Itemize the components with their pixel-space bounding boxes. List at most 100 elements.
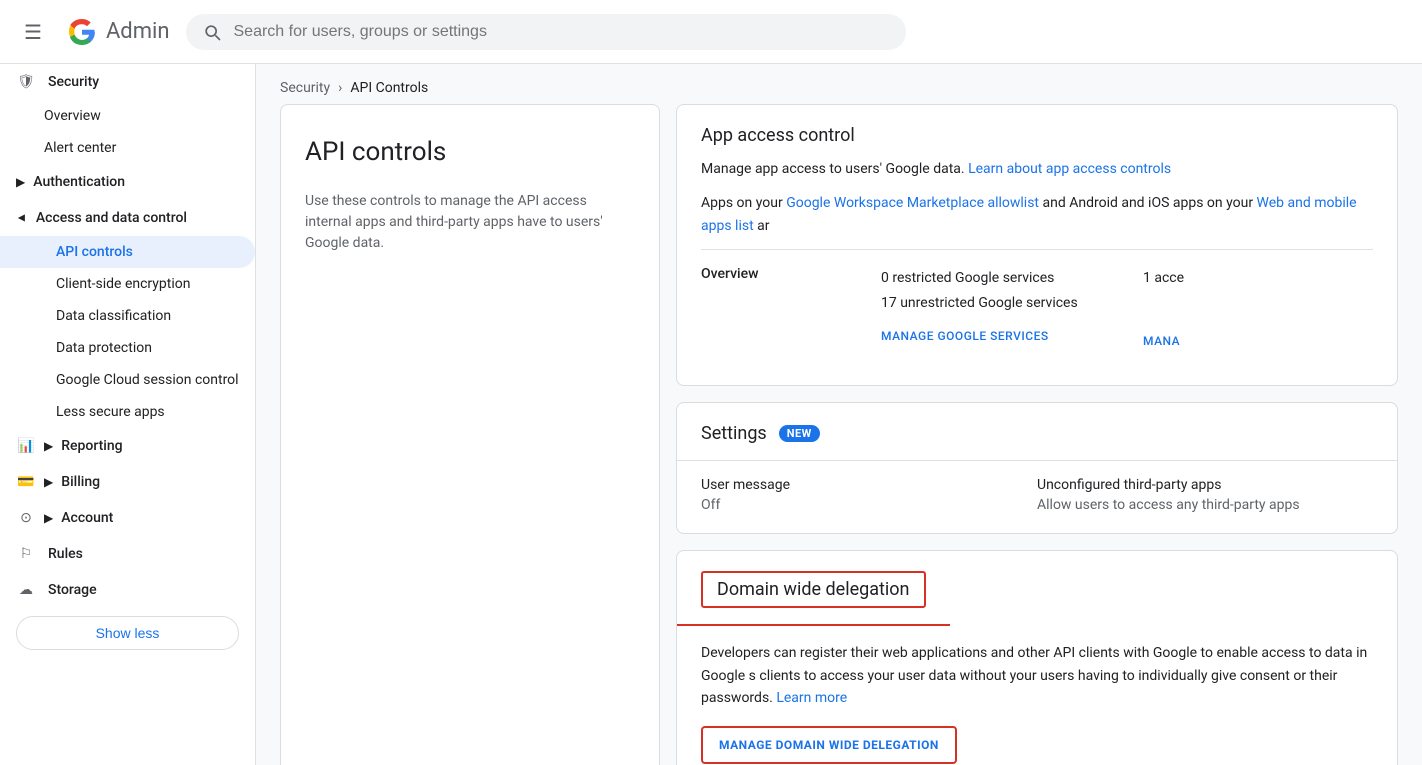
main-content: Security › API Controls API controls Use…	[256, 64, 1422, 765]
authentication-label: Authentication	[33, 174, 125, 190]
settings-title: Settings	[701, 423, 767, 444]
sidebar-item-account[interactable]: ⊙ ▶ Account	[0, 500, 255, 536]
dwd-description: Developers can register their web applic…	[701, 642, 1373, 709]
user-message-value: Off	[701, 497, 1037, 513]
sidebar-item-client-side-encryption[interactable]: Client-side encryption	[0, 268, 255, 300]
mana-link[interactable]: MANA	[1143, 334, 1180, 348]
sidebar-item-less-secure-apps[interactable]: Less secure apps	[0, 396, 255, 428]
billing-icon: 💳	[16, 474, 36, 490]
unconfigured-label: Unconfigured third-party apps	[1037, 477, 1373, 493]
alert-center-label: Alert center	[44, 140, 116, 156]
search-input[interactable]	[234, 23, 890, 41]
app-access-desc-text: Manage app access to users' Google data.	[701, 161, 965, 177]
reporting-icon: 📊	[16, 438, 36, 454]
layout: 🛡 Security Overview Alert center ▶ Authe…	[0, 64, 1422, 765]
overview-row: Overview 0 restricted Google services 17…	[701, 249, 1373, 365]
user-message-col: User message Off	[701, 477, 1037, 513]
app-access-description: Manage app access to users' Google data.…	[701, 158, 1373, 180]
right-cards: App access control Manage app access to …	[676, 104, 1398, 765]
breadcrumb-parent-link[interactable]: Security	[280, 80, 330, 96]
sidebar-item-authentication[interactable]: ▶ Authentication	[0, 164, 255, 200]
restricted-services-value: 0 restricted Google services	[881, 266, 1111, 291]
unconfigured-col: Unconfigured third-party apps Allow user…	[1037, 477, 1373, 513]
unconfigured-value: Allow users to access any third-party ap…	[1037, 497, 1373, 513]
overview-right-col: 1 acce MANA	[1111, 266, 1373, 349]
rules-icon: ⚐	[16, 546, 36, 562]
app-access-marketplace-desc: Apps on your Google Workspace Marketplac…	[701, 192, 1373, 237]
google-cloud-session-label: Google Cloud session control	[56, 372, 239, 388]
acce-value: 1 acce	[1143, 266, 1373, 291]
search-bar[interactable]	[186, 14, 906, 50]
overview-label: Overview	[701, 266, 881, 282]
billing-label: Billing	[61, 474, 100, 490]
logo-text: Admin	[106, 19, 170, 44]
sidebar-item-alert-center[interactable]: Alert center	[0, 132, 255, 164]
show-less-button[interactable]: Show less	[16, 616, 239, 650]
user-message-label: User message	[701, 477, 1037, 493]
reporting-label: Reporting	[61, 438, 122, 454]
overview-actions: MANAGE GOOGLE SERVICES	[881, 329, 1111, 343]
settings-body: User message Off Unconfigured third-part…	[677, 460, 1397, 533]
access-data-chevron-icon: ▼	[15, 212, 29, 224]
rules-label: Rules	[48, 546, 83, 562]
manage-google-services-link[interactable]: MANAGE GOOGLE SERVICES	[881, 329, 1049, 343]
app-access-card: App access control Manage app access to …	[676, 104, 1398, 386]
dwd-title-box: Domain wide delegation	[701, 571, 926, 608]
dwd-card: Domain wide delegation Developers can re…	[676, 550, 1398, 765]
google-logo-icon	[66, 16, 98, 48]
overview-values: 0 restricted Google services 17 unrestri…	[881, 266, 1111, 342]
settings-card: Settings NEW User message Off Unconfigur…	[676, 402, 1398, 534]
dwd-body: Developers can register their web applic…	[677, 626, 1397, 765]
data-protection-label: Data protection	[56, 340, 152, 356]
sidebar: 🛡 Security Overview Alert center ▶ Authe…	[0, 64, 256, 765]
account-label: Account	[61, 510, 113, 526]
left-card-description: Use these controls to manage the API acc…	[305, 191, 635, 254]
sidebar-item-overview[interactable]: Overview	[0, 100, 255, 132]
storage-icon: ☁	[16, 582, 36, 598]
sidebar-item-google-cloud-session[interactable]: Google Cloud session control	[0, 364, 255, 396]
dwd-title: Domain wide delegation	[717, 579, 910, 600]
storage-label: Storage	[48, 582, 97, 598]
sidebar-item-billing[interactable]: 💳 ▶ Billing	[0, 464, 255, 500]
breadcrumb: Security › API Controls	[256, 64, 1422, 104]
marketplace-link[interactable]: Google Workspace Marketplace allowlist	[786, 195, 1039, 211]
new-badge: NEW	[779, 425, 820, 442]
dwd-action-wrapper: MANAGE DOMAIN WIDE DELEGATION	[701, 726, 957, 764]
app-access-title: App access control	[701, 125, 1373, 146]
overview-label: Overview	[44, 108, 101, 124]
sidebar-item-rules[interactable]: ⚐ Rules	[0, 536, 255, 572]
breadcrumb-separator: ›	[338, 80, 342, 96]
left-info-card: API controls Use these controls to manag…	[280, 104, 660, 765]
account-icon: ⊙	[16, 510, 36, 526]
shield-icon: 🛡	[16, 74, 36, 90]
unrestricted-services-value: 17 unrestricted Google services	[881, 291, 1111, 316]
sidebar-item-data-protection[interactable]: Data protection	[0, 332, 255, 364]
less-secure-apps-label: Less secure apps	[56, 404, 165, 420]
client-side-encryption-label: Client-side encryption	[56, 276, 190, 292]
sidebar-item-access-data-control[interactable]: ▼ Access and data control	[0, 200, 255, 236]
breadcrumb-current: API Controls	[350, 80, 428, 96]
learn-app-access-link[interactable]: Learn about app access controls	[968, 161, 1171, 177]
manage-dwd-link[interactable]: MANAGE DOMAIN WIDE DELEGATION	[703, 728, 955, 762]
menu-icon[interactable]: ☰	[16, 12, 50, 52]
logo-link[interactable]: Admin	[66, 16, 170, 48]
data-classification-label: Data classification	[56, 308, 171, 324]
left-card-title: API controls	[305, 137, 635, 167]
app-access-card-body: Manage app access to users' Google data.…	[677, 158, 1397, 385]
content-area: API controls Use these controls to manag…	[256, 104, 1422, 765]
dwd-card-header: Domain wide delegation	[677, 551, 950, 626]
sidebar-item-reporting[interactable]: 📊 ▶ Reporting	[0, 428, 255, 464]
account-chevron-icon: ▶	[44, 511, 53, 525]
app-access-card-header: App access control	[677, 105, 1397, 146]
sidebar-security-label: Security	[48, 74, 99, 90]
reporting-chevron-icon: ▶	[44, 439, 53, 453]
sidebar-item-data-classification[interactable]: Data classification	[0, 300, 255, 332]
authentication-chevron-icon: ▶	[16, 175, 25, 189]
settings-card-header: Settings NEW	[677, 403, 1397, 460]
topbar: ☰ Admin	[0, 0, 1422, 64]
sidebar-item-security[interactable]: 🛡 Security	[0, 64, 255, 100]
dwd-learn-more-link[interactable]: Learn more	[776, 690, 847, 706]
sidebar-item-storage[interactable]: ☁ Storage	[0, 572, 255, 608]
sidebar-item-api-controls[interactable]: API controls	[0, 236, 255, 268]
billing-chevron-icon: ▶	[44, 475, 53, 489]
